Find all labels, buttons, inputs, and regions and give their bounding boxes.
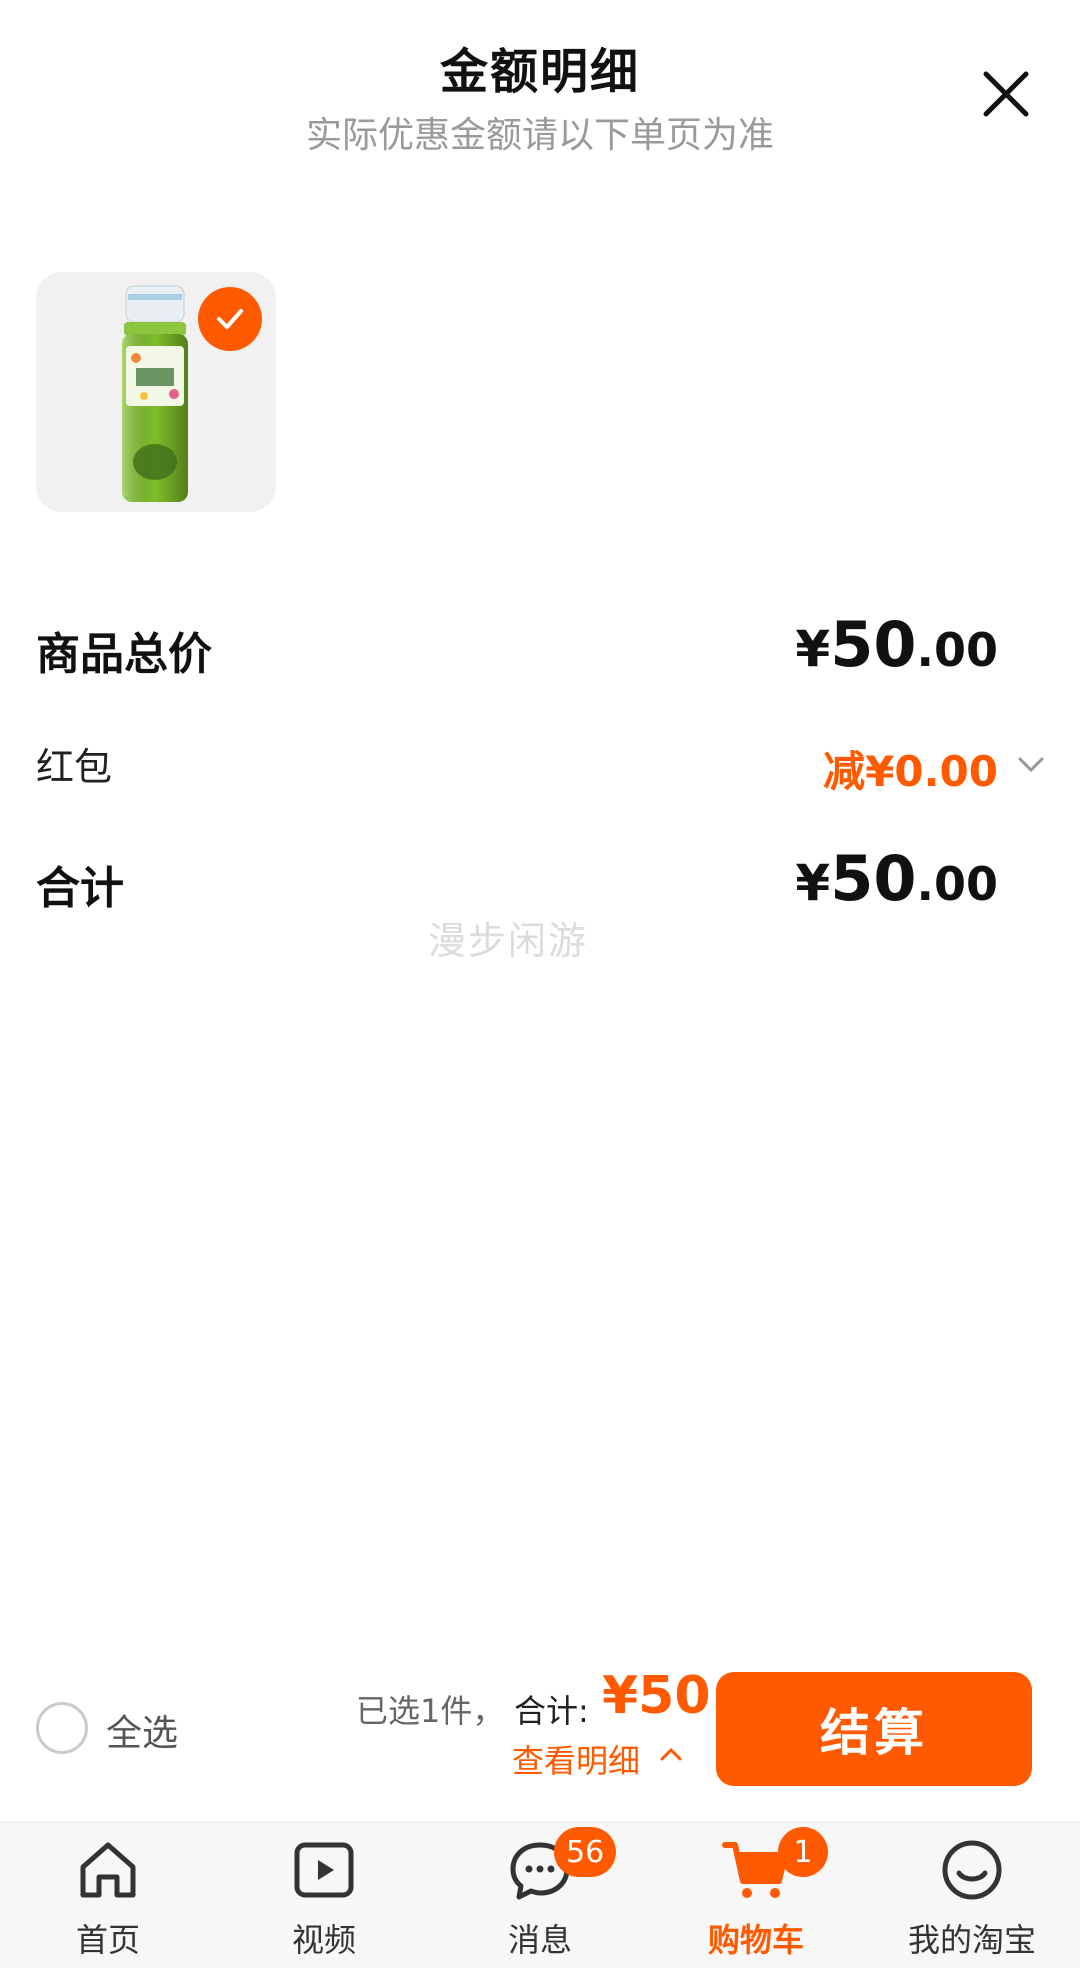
total-value: ¥50.00 (795, 842, 998, 915)
page-subtitle: 实际优惠金额请以下单页为准 (305, 115, 774, 156)
nav-label-home: 首页 (75, 1921, 140, 1959)
nav-label-video: 视频 (291, 1921, 356, 1959)
selected-count: 已选1件， (356, 1692, 505, 1730)
subtotal-label: 商品总价 (36, 629, 212, 680)
nav-item-home[interactable]: 首页 (0, 1823, 216, 1968)
select-all-radio[interactable] (36, 1702, 88, 1754)
total-label: 合计 (36, 863, 124, 914)
my-taobao-icon (942, 1840, 1002, 1900)
nav-item-cart[interactable]: 1 购物车 (648, 1823, 864, 1968)
select-all-label[interactable]: 全选 (106, 1704, 178, 1756)
message-badge: 56 (554, 1827, 617, 1877)
chevron-up-icon[interactable] (656, 1740, 686, 1770)
nav-label-cart: 购物车 (707, 1921, 804, 1959)
redpacket-label: 红包 (36, 745, 113, 789)
page-title: 金额明细 (439, 44, 640, 100)
watermark-text: 漫步闲游 (428, 919, 589, 963)
checkout-button[interactable]: 结算 (716, 1672, 1032, 1786)
checked-icon[interactable] (198, 287, 262, 351)
view-detail-link[interactable]: 查看明细 (512, 1736, 640, 1782)
nav-label-message: 消息 (507, 1921, 572, 1959)
nav-item-video[interactable]: 视频 (216, 1823, 432, 1968)
checkout-total-label: 合计: (514, 1692, 589, 1730)
nav-item-my-taobao[interactable]: 我的淘宝 (864, 1823, 1080, 1968)
nav-item-message[interactable]: 56 消息 (432, 1823, 648, 1968)
checkout-total-amount: ¥50 (602, 1666, 711, 1726)
subtotal-value: ¥50.00 (795, 608, 998, 681)
close-icon[interactable] (978, 66, 1034, 122)
nav-label-my-taobao: 我的淘宝 (907, 1921, 1036, 1959)
cart-badge: 1 (778, 1827, 828, 1877)
home-icon (80, 1842, 136, 1898)
chevron-down-icon[interactable] (1014, 747, 1048, 781)
redpacket-discount-value[interactable]: 减¥0.00 (823, 738, 998, 799)
video-icon (294, 1842, 354, 1898)
bottom-nav: 首页 视频 56 消息 1 购物车 我的淘宝 (0, 1822, 1080, 1968)
